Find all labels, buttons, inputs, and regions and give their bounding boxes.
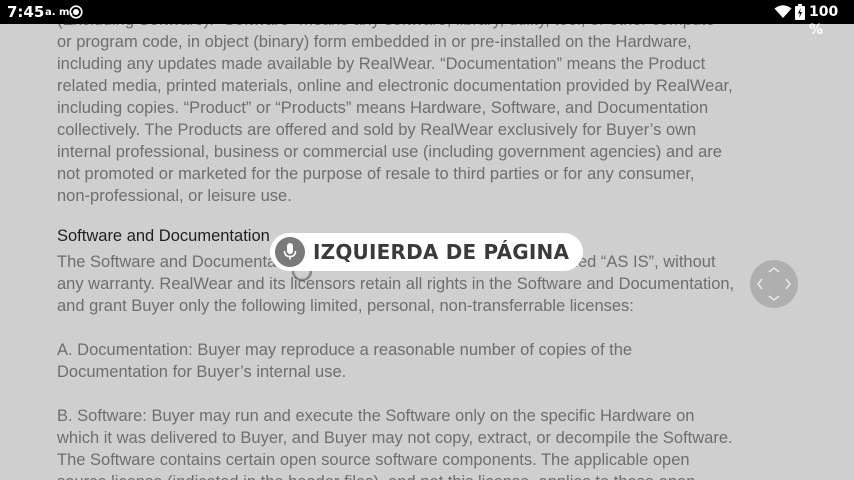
text-line: source license (indicated in the header … [57,471,817,480]
voice-command-text: IZQUIERDA DE PÁGINA [313,240,570,264]
scroll-control[interactable] [750,260,798,308]
text-line: which it was delivered to Buyer, and Buy… [57,429,733,447]
section-heading: Software and Documentation [57,227,270,245]
text-line: A. Documentation: Buyer may reproduce a … [57,341,633,359]
text-line: any warranty. RealWear and its licensors… [57,275,735,293]
paragraph-definitions: (Excluding Software). “Software” means a… [57,9,817,207]
text-line: including copies. “Product” or “Products… [57,99,709,117]
text-line: B. Software: Buyer may run and execute t… [57,407,695,425]
paragraph-documentation: A. Documentation: Buyer may reproduce a … [57,339,817,383]
scroll-arrows-icon [756,266,792,302]
text-line: non-professional, or leisure use. [57,187,292,205]
voice-command-banner: IZQUIERDA DE PÁGINA [270,233,583,271]
status-time: 7:45 [7,3,45,21]
status-bar: 7:45 a. m. 100 % [0,0,854,38]
text-line: The Software contains certain open sourc… [57,451,690,469]
battery-percent: 100 % [809,4,839,38]
text-line: collectively. The Products are offered a… [57,121,697,139]
paragraph-software: B. Software: Buyer may run and execute t… [57,405,817,480]
screen-record-icon [69,5,83,19]
microphone-icon [275,237,305,267]
text-line: and grant Buyer only the following limit… [57,297,634,315]
wifi-icon [774,5,792,18]
text-line: not promoted or marketed for the purpose… [57,165,695,183]
battery-icon [795,4,805,20]
text-line: or program code, in object (binary) form… [57,33,692,51]
text-line: including any updates made available by … [57,55,706,73]
text-line: Documentation for Buyer’s internal use. [57,363,347,381]
text-line: related media, printed materials, online… [57,77,733,95]
text-line: internal professional, business or comme… [57,143,722,161]
